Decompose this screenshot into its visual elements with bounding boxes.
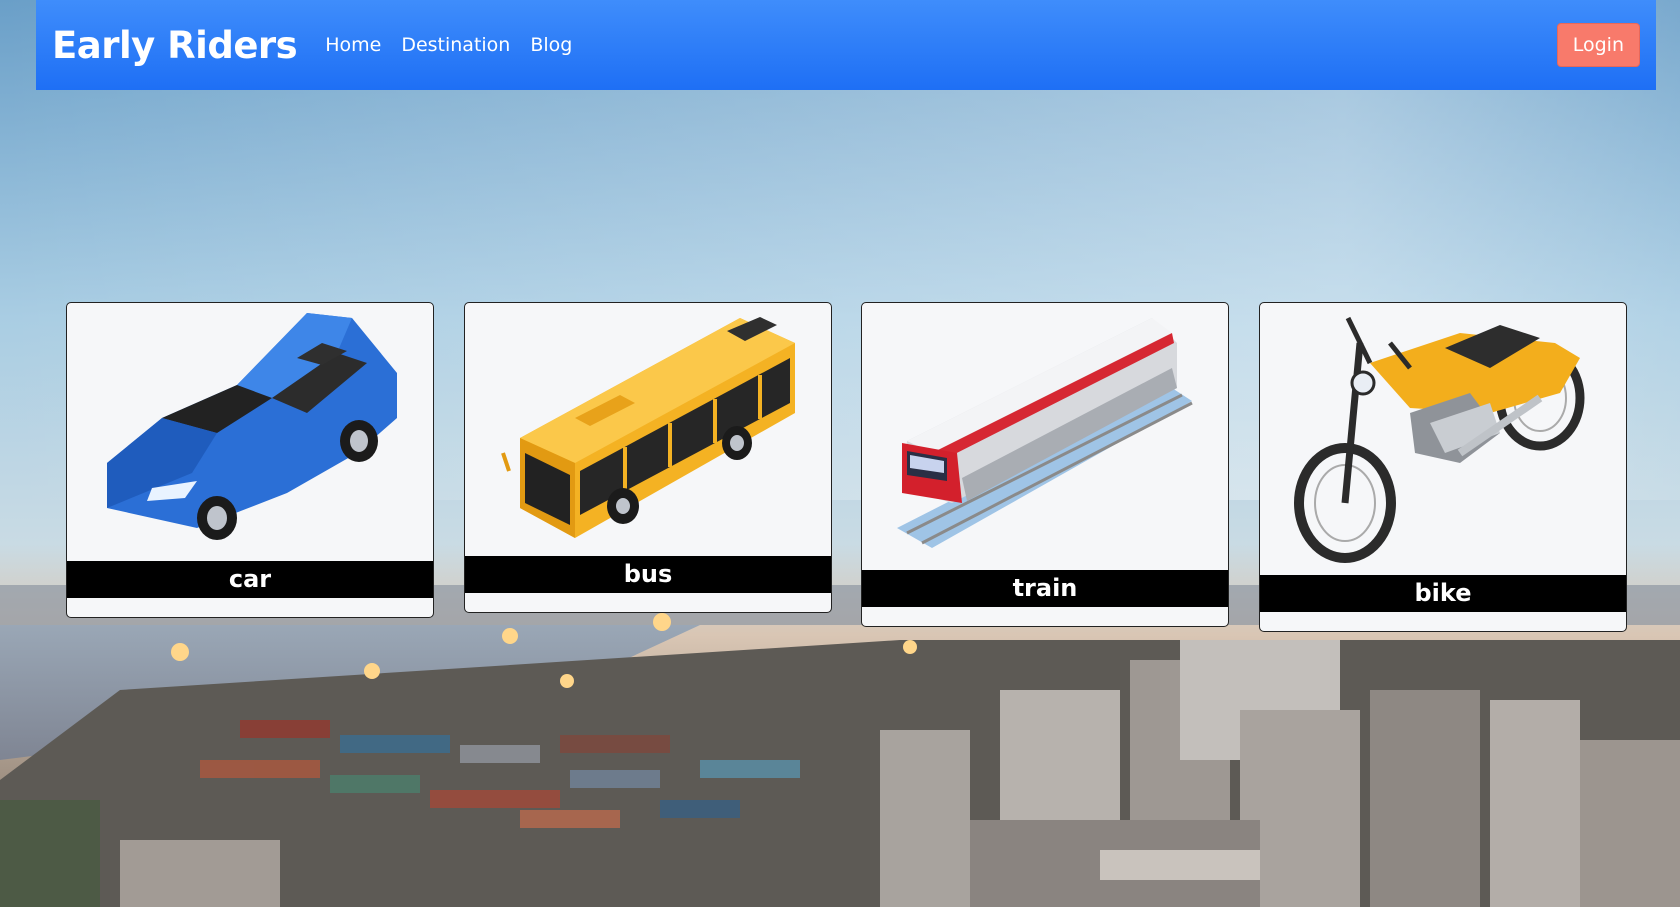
navbar: Early Riders Home Destination Blog Login [36, 0, 1656, 90]
login-button[interactable]: Login [1556, 23, 1640, 67]
vehicle-card-label: bike [1260, 575, 1626, 612]
brand-logo[interactable]: Early Riders [52, 24, 298, 67]
nav-links: Home Destination Blog [325, 34, 572, 56]
motorbike-icon [1260, 303, 1626, 575]
vehicle-card-bike[interactable]: bike [1259, 302, 1627, 632]
vehicle-card-bus[interactable]: bus [464, 302, 832, 613]
nav-link-destination[interactable]: Destination [401, 34, 510, 56]
vehicle-card-label: car [67, 561, 433, 598]
vehicle-card-car[interactable]: car [66, 302, 434, 618]
nav-link-blog[interactable]: Blog [530, 34, 572, 56]
vehicle-card-label: train [862, 570, 1228, 607]
train-icon [862, 303, 1228, 570]
vehicle-card-train[interactable]: train [861, 302, 1229, 627]
bus-icon [465, 303, 831, 556]
nav-link-home[interactable]: Home [325, 34, 381, 56]
car-icon [67, 303, 433, 561]
vehicle-card-label: bus [465, 556, 831, 593]
